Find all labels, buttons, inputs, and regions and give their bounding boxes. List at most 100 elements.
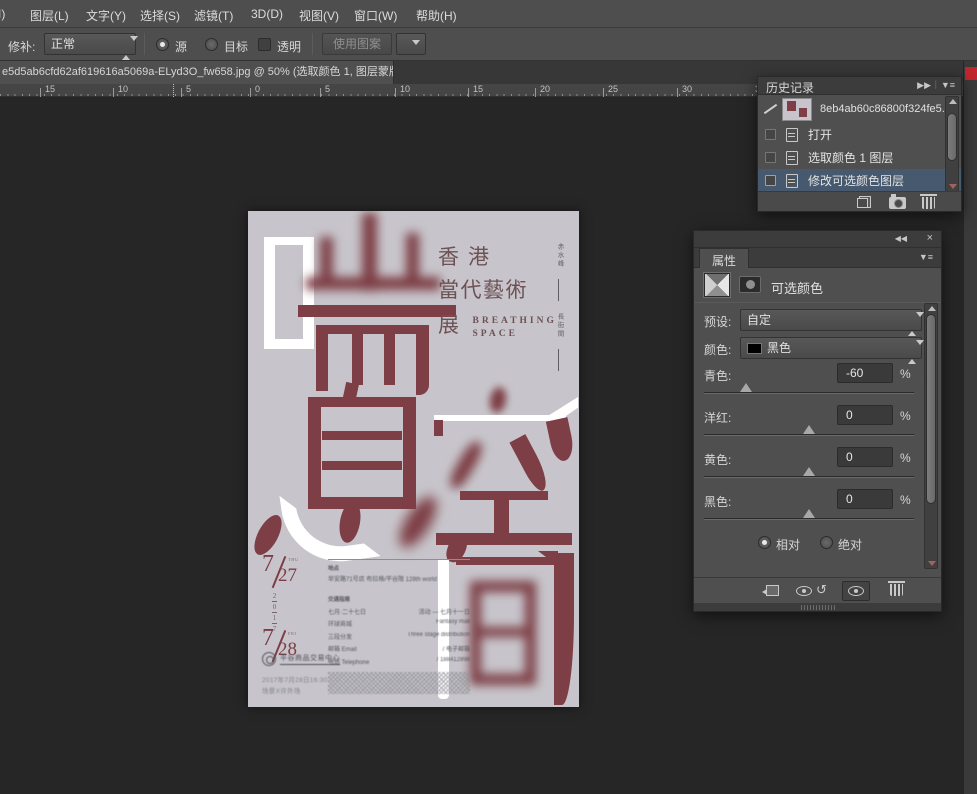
menu-item-type[interactable]: 文字(Y) — [86, 7, 126, 24]
clip-to-layer-icon[interactable] — [766, 585, 779, 596]
properties-tab-row: 属性 ▼≡ — [694, 248, 941, 268]
new-snapshot-icon[interactable] — [889, 197, 906, 209]
delete-state-icon[interactable] — [922, 197, 935, 209]
dropdown-arrow-icon — [412, 42, 421, 62]
history-source-checkbox[interactable] — [765, 152, 776, 163]
ruler-tick — [603, 88, 604, 97]
view-previous-state-icon[interactable] — [796, 586, 812, 596]
scrollbar-thumb[interactable] — [947, 113, 957, 161]
magenta-value-input[interactable]: 0 — [837, 405, 893, 425]
toggle-visibility-button[interactable] — [842, 581, 870, 601]
ruler-tick — [250, 88, 251, 97]
panel-menu-icon[interactable]: ▼≡ — [919, 253, 933, 262]
history-state-label: 修改可选颜色图层 — [808, 172, 904, 189]
cyan-label: 青色: — [704, 367, 731, 384]
relative-radio[interactable] — [758, 536, 771, 549]
history-state-open[interactable]: 打开 — [758, 123, 961, 146]
stroke — [322, 431, 402, 440]
ruler-number: 15 — [473, 84, 483, 94]
tool-options-bar: 修补: 正常 源 目标 透明 使用图案 — [0, 28, 977, 61]
panel-menu-icon[interactable]: ▼≡ — [941, 81, 955, 90]
history-state-modify-selective-color[interactable]: 修改可选颜色图层 — [758, 169, 961, 192]
menu-item-image-partial[interactable]: (I) — [0, 7, 5, 21]
collapse-panels-icon[interactable]: ▶▶ — [917, 81, 931, 90]
cyan-slider[interactable] — [704, 392, 914, 394]
yellow-slider-thumb[interactable] — [803, 467, 815, 476]
photoshop-window: (I) 图层(L) 文字(Y) 选择(S) 滤镜(T) 3D(D) 视图(V) … — [0, 0, 977, 794]
menu-item-help[interactable]: 帮助(H) — [416, 7, 457, 24]
color-value: 黑色 — [767, 341, 791, 355]
relative-label[interactable]: 相对 — [776, 536, 800, 553]
magenta-slider-thumb[interactable] — [803, 425, 815, 434]
patch-mode-dropdown[interactable]: 正常 — [44, 33, 136, 55]
yellow-slider[interactable] — [704, 476, 914, 478]
history-brush-source-icon[interactable] — [762, 102, 776, 116]
history-scrollbar[interactable] — [945, 96, 959, 192]
tab-properties[interactable]: 属性 — [699, 248, 749, 268]
new-document-from-state-icon[interactable] — [857, 196, 871, 208]
snapshot-thumbnail[interactable] — [782, 98, 812, 121]
absolute-label[interactable]: 绝对 — [838, 536, 862, 553]
target-radio[interactable] — [205, 38, 218, 51]
stroke — [434, 420, 443, 436]
stroke — [478, 627, 528, 637]
scroll-up-icon[interactable] — [949, 99, 957, 104]
scroll-up-icon[interactable] — [928, 306, 936, 311]
preset-dropdown[interactable]: 自定 — [740, 309, 922, 331]
properties-panel: ◀◀ × 属性 ▼≡ 可选颜色 预设: 自定 颜色: 黑色 青色: -60 % — [693, 230, 942, 612]
scroll-down-icon[interactable] — [928, 561, 936, 566]
pattern-picker-dropdown[interactable] — [396, 33, 426, 55]
black-value-input[interactable]: 0 — [837, 489, 893, 509]
poster-document[interactable]: 香港 當代藝術 展 BREATHINGSPACE 赤水峰 長街間 7 27 TH… — [248, 211, 579, 707]
source-radio[interactable] — [156, 38, 169, 51]
black-slider[interactable] — [704, 518, 914, 520]
menu-item-layer[interactable]: 图层(L) — [30, 7, 69, 24]
scroll-down-icon[interactable] — [949, 184, 957, 189]
menu-item-window[interactable]: 窗口(W) — [354, 7, 397, 24]
details-line-1: 早安路71号店 布拉格/平谷限 128th world — [328, 574, 470, 583]
separator — [312, 33, 313, 55]
menu-item-3d[interactable]: 3D(D) — [251, 7, 283, 21]
date-weekday: FRI — [288, 631, 297, 636]
document-tab[interactable]: e5d5ab6cfd62af619616a5069a-ELyd3O_fw658.… — [0, 61, 394, 84]
panel-resize-grip[interactable] — [801, 605, 835, 610]
reset-adjustment-icon[interactable]: ↺ — [816, 583, 827, 596]
close-panel-icon[interactable]: × — [927, 233, 933, 244]
layer-mask-icon[interactable] — [739, 276, 761, 293]
delete-adjustment-icon[interactable] — [890, 584, 903, 596]
use-pattern-button[interactable]: 使用图案 — [322, 33, 392, 55]
yellow-value-input[interactable]: 0 — [837, 447, 893, 467]
absolute-radio[interactable] — [820, 536, 833, 549]
adjustment-header-row: 可选颜色 — [694, 269, 941, 302]
dock-accent — [965, 67, 977, 80]
ruler-tick — [395, 88, 396, 97]
black-slider-thumb[interactable] — [803, 509, 815, 518]
history-state-label: 选取颜色 1 图层 — [808, 149, 893, 166]
divider — [694, 302, 941, 303]
menu-item-filter[interactable]: 滤镜(T) — [194, 7, 233, 24]
panel-dock-strip — [963, 61, 977, 794]
history-state-selective-color[interactable]: 选取颜色 1 图层 — [758, 146, 961, 169]
history-snapshot-row[interactable]: 8eb4ab60c86800f324fe5... — [758, 95, 961, 123]
color-dropdown[interactable]: 黑色 — [740, 337, 922, 359]
ruler-guide-marker — [173, 84, 174, 97]
black-unit: % — [900, 493, 911, 507]
cyan-slider-thumb[interactable] — [740, 383, 752, 392]
details-row: 环球商城Fantasy mall — [328, 619, 470, 628]
transparent-checkbox[interactable] — [258, 38, 271, 51]
history-source-checkbox[interactable] — [765, 129, 776, 140]
scrollbar-thumb[interactable] — [926, 314, 936, 504]
menu-item-view[interactable]: 视图(V) — [299, 7, 339, 24]
menu-item-select[interactable]: 选择(S) — [140, 7, 180, 24]
cyan-value-input[interactable]: -60 — [837, 363, 893, 383]
black-label: 黑色: — [704, 493, 731, 510]
source-label[interactable]: 源 — [175, 38, 187, 55]
transparent-label[interactable]: 透明 — [277, 38, 301, 55]
ruler-tick — [320, 88, 321, 97]
properties-scrollbar[interactable] — [924, 303, 938, 569]
magenta-slider[interactable] — [704, 434, 914, 436]
ruler-tick — [468, 88, 469, 97]
history-source-checkbox[interactable] — [765, 175, 776, 186]
collapse-panel-icon[interactable]: ◀◀ — [895, 235, 907, 243]
target-label[interactable]: 目标 — [224, 38, 248, 55]
